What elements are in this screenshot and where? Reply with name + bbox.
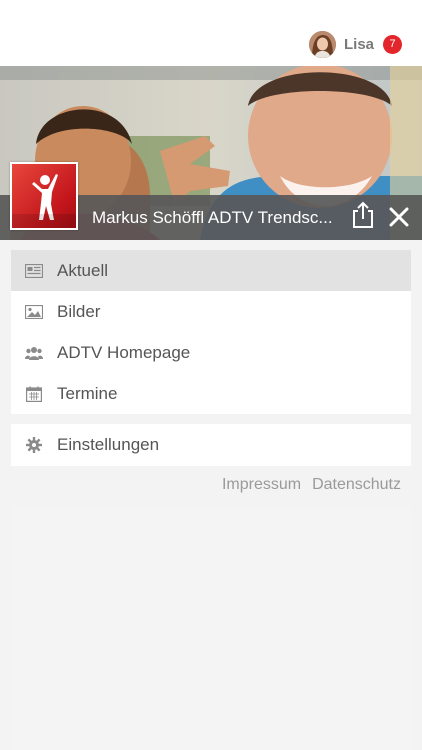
menu-item-termine[interactable]: Termine	[11, 373, 411, 414]
menu-item-bilder[interactable]: Bilder	[11, 291, 411, 332]
menu-label-aktuell: Aktuell	[57, 260, 109, 280]
navigation-menu: Aktuell Bilder ADTV Homepage Termine	[11, 250, 411, 414]
image-icon	[25, 303, 43, 321]
page-logo	[10, 162, 78, 230]
dancer-icon	[12, 174, 76, 228]
menu-item-einstellungen[interactable]: Einstellungen	[11, 424, 411, 466]
user-name[interactable]: Lisa	[344, 36, 374, 53]
user-menu[interactable]: Lisa 7	[308, 30, 402, 58]
menu-label-bilder: Bilder	[57, 301, 101, 321]
page-title: Markus Schöffl ADTV Trendsc...	[92, 208, 333, 227]
share-icon	[353, 201, 373, 228]
users-icon	[25, 344, 43, 362]
top-bar: Lisa 7	[0, 0, 422, 66]
menu-item-adtv-homepage[interactable]: ADTV Homepage	[11, 332, 411, 373]
impressum-link[interactable]: Impressum	[222, 476, 301, 494]
gear-icon	[25, 436, 43, 454]
close-button[interactable]	[388, 206, 410, 228]
close-icon	[389, 207, 409, 227]
footer-links: Impressum Datenschutz	[222, 476, 401, 494]
menu-label-termine: Termine	[57, 383, 118, 403]
menu-label-einstellungen: Einstellungen	[57, 435, 160, 454]
menu-item-aktuell[interactable]: Aktuell	[11, 250, 411, 291]
calendar-icon	[25, 385, 43, 403]
share-button[interactable]	[351, 201, 375, 229]
content-placeholder	[11, 506, 411, 750]
newspaper-icon	[25, 262, 43, 280]
notification-badge[interactable]: 7	[383, 34, 402, 54]
menu-label-adtv-homepage: ADTV Homepage	[57, 342, 191, 362]
datenschutz-link[interactable]: Datenschutz	[312, 476, 401, 494]
user-avatar[interactable]	[308, 30, 336, 58]
